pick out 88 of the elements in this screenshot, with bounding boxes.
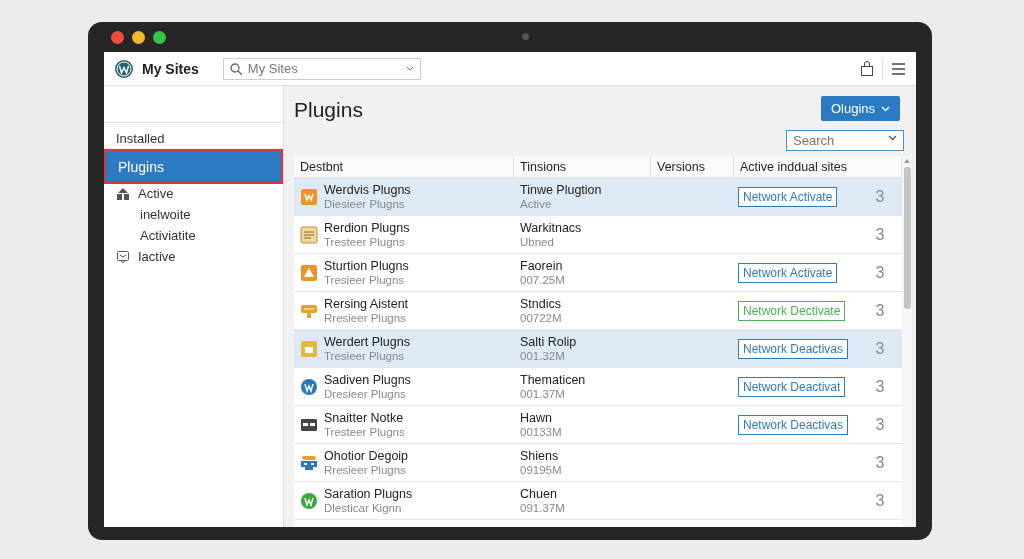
plugin-status: 001.32M	[520, 349, 566, 363]
column-header: Versions	[651, 156, 734, 178]
plugin-status: 091.37M	[520, 500, 565, 515]
plugin-status: 001.37M	[520, 386, 566, 401]
plugin-icon	[300, 263, 318, 282]
page-title: Plugins	[294, 98, 363, 122]
sidebar-item[interactable]: Plugins	[106, 151, 281, 182]
table-row[interactable]: Werdert Plugns Tresieer Plugns Salti Rolip 001.32M Network Deactivas 3	[294, 330, 902, 368]
scrollbar[interactable]	[902, 156, 912, 527]
plugin-name[interactable]: Werdvis Plugns	[324, 182, 411, 197]
plugin-name[interactable]: Snaitter Notke	[324, 410, 405, 425]
plugin-name[interactable]: Sturtion Plugns	[324, 258, 409, 273]
plugin-icon	[300, 491, 318, 510]
plugin-name[interactable]: Ohotior Degoip	[324, 448, 409, 463]
column-header: Tinsions	[514, 156, 651, 178]
plugin-author: Tresteer Plugns	[324, 235, 406, 249]
plugin-status: Active	[520, 196, 553, 211]
plugin-detail: Thematicen	[520, 372, 586, 387]
search-field[interactable]: Search	[786, 130, 904, 151]
chevron-down-icon	[881, 105, 890, 112]
plugin-detail: Tinwe Plugtion	[520, 182, 602, 197]
plugin-icon	[300, 187, 318, 206]
maximize-dot-icon[interactable]	[153, 30, 166, 44]
site-count: 3	[875, 301, 885, 320]
site-count: 3	[875, 415, 885, 434]
plugin-status: 09195M	[520, 462, 562, 477]
camera-icon	[522, 33, 529, 40]
network-action-button[interactable]: Network Activate	[738, 186, 838, 207]
plugin-status: 00133M	[520, 424, 562, 439]
table-row[interactable]: Werdvis Plugns Diesieer Plugns Tinwe Plugtion Active Network Activate 3	[294, 178, 902, 216]
plugin-author: Tresieer Plugns	[324, 349, 406, 363]
plugin-author: Diesieer Plugns	[324, 197, 406, 211]
site-count: 3	[875, 491, 885, 510]
plugin-name[interactable]: Rersing Aistent	[324, 296, 409, 311]
column-header: Active inddual sites	[734, 156, 902, 178]
plugin-detail: Faorein	[520, 258, 564, 273]
plugin-detail: Chuen	[520, 486, 558, 501]
minimize-dot-icon[interactable]	[132, 30, 145, 44]
plugin-icon	[300, 339, 318, 358]
site-picker[interactable]: My Sites	[222, 57, 421, 80]
plugins-dropdown-button[interactable]: Olugins	[820, 96, 900, 121]
plugin-status: Ubned	[520, 234, 555, 249]
network-action-button[interactable]: Network Deactivas	[738, 414, 849, 435]
wordpress-logo-icon	[114, 58, 134, 79]
bag-icon[interactable]	[860, 61, 874, 76]
plugin-author: Dlesticar Kignn	[324, 501, 403, 515]
site-count: 3	[875, 377, 885, 396]
plugin-author: Rresieer Plugns	[324, 463, 407, 477]
network-action-button[interactable]: Network Activate	[738, 262, 838, 283]
site-count: 3	[875, 263, 885, 282]
close-dot-icon[interactable]	[111, 30, 124, 44]
network-action-button[interactable]: Network Deactivat	[738, 376, 846, 397]
plugin-author: Rresieer Plugns	[324, 311, 407, 325]
site-count: 3	[875, 453, 885, 472]
plugin-author: Dresieer Plugns	[324, 387, 407, 401]
plugin-detail: Shiens	[520, 448, 560, 463]
plugin-detail: Salti Rolip	[520, 334, 577, 349]
plugin-status: 00722M	[520, 310, 562, 325]
plugin-name[interactable]: Werdert Plugns	[324, 334, 410, 349]
people-icon	[116, 186, 130, 201]
site-count: 3	[875, 187, 885, 206]
plugin-name[interactable]: Saration Plugns	[324, 486, 413, 501]
sidebar-item[interactable]: Active	[104, 183, 283, 204]
plugin-detail: Hawn	[520, 410, 553, 425]
column-header: Destbnt	[294, 156, 514, 178]
search-icon	[229, 62, 242, 75]
plugin-name[interactable]: Rerdion Plugns	[324, 220, 410, 235]
plugin-author: Tresieer Plugns	[324, 273, 406, 287]
sidebar-item[interactable]: Iactive	[104, 246, 283, 267]
plugin-detail: Stndics	[520, 296, 562, 311]
app-title: My Sites	[142, 60, 199, 77]
chevron-down-icon	[888, 135, 897, 141]
plugin-detail: Warkitnacs	[520, 220, 582, 235]
plugin-icon	[300, 225, 318, 244]
site-count: 3	[875, 225, 885, 244]
network-action-button[interactable]: Network Deactivas	[738, 338, 849, 359]
chevron-down-icon	[405, 66, 414, 71]
menu-icon[interactable]	[891, 61, 906, 76]
scroll-up-icon	[904, 158, 910, 163]
sidebar-item[interactable]: inelwoite	[104, 204, 283, 225]
plugin-icon	[300, 453, 318, 472]
plugin-status: 007.25M	[520, 272, 565, 287]
sidebar-item[interactable]: Activiatite	[104, 225, 283, 246]
chat-icon	[116, 249, 130, 264]
plugin-icon	[300, 377, 318, 396]
site-count: 3	[875, 339, 885, 358]
plugin-name[interactable]: Sadiven Plugns	[324, 372, 411, 387]
plugin-author: Tresteer Plugns	[324, 424, 405, 439]
